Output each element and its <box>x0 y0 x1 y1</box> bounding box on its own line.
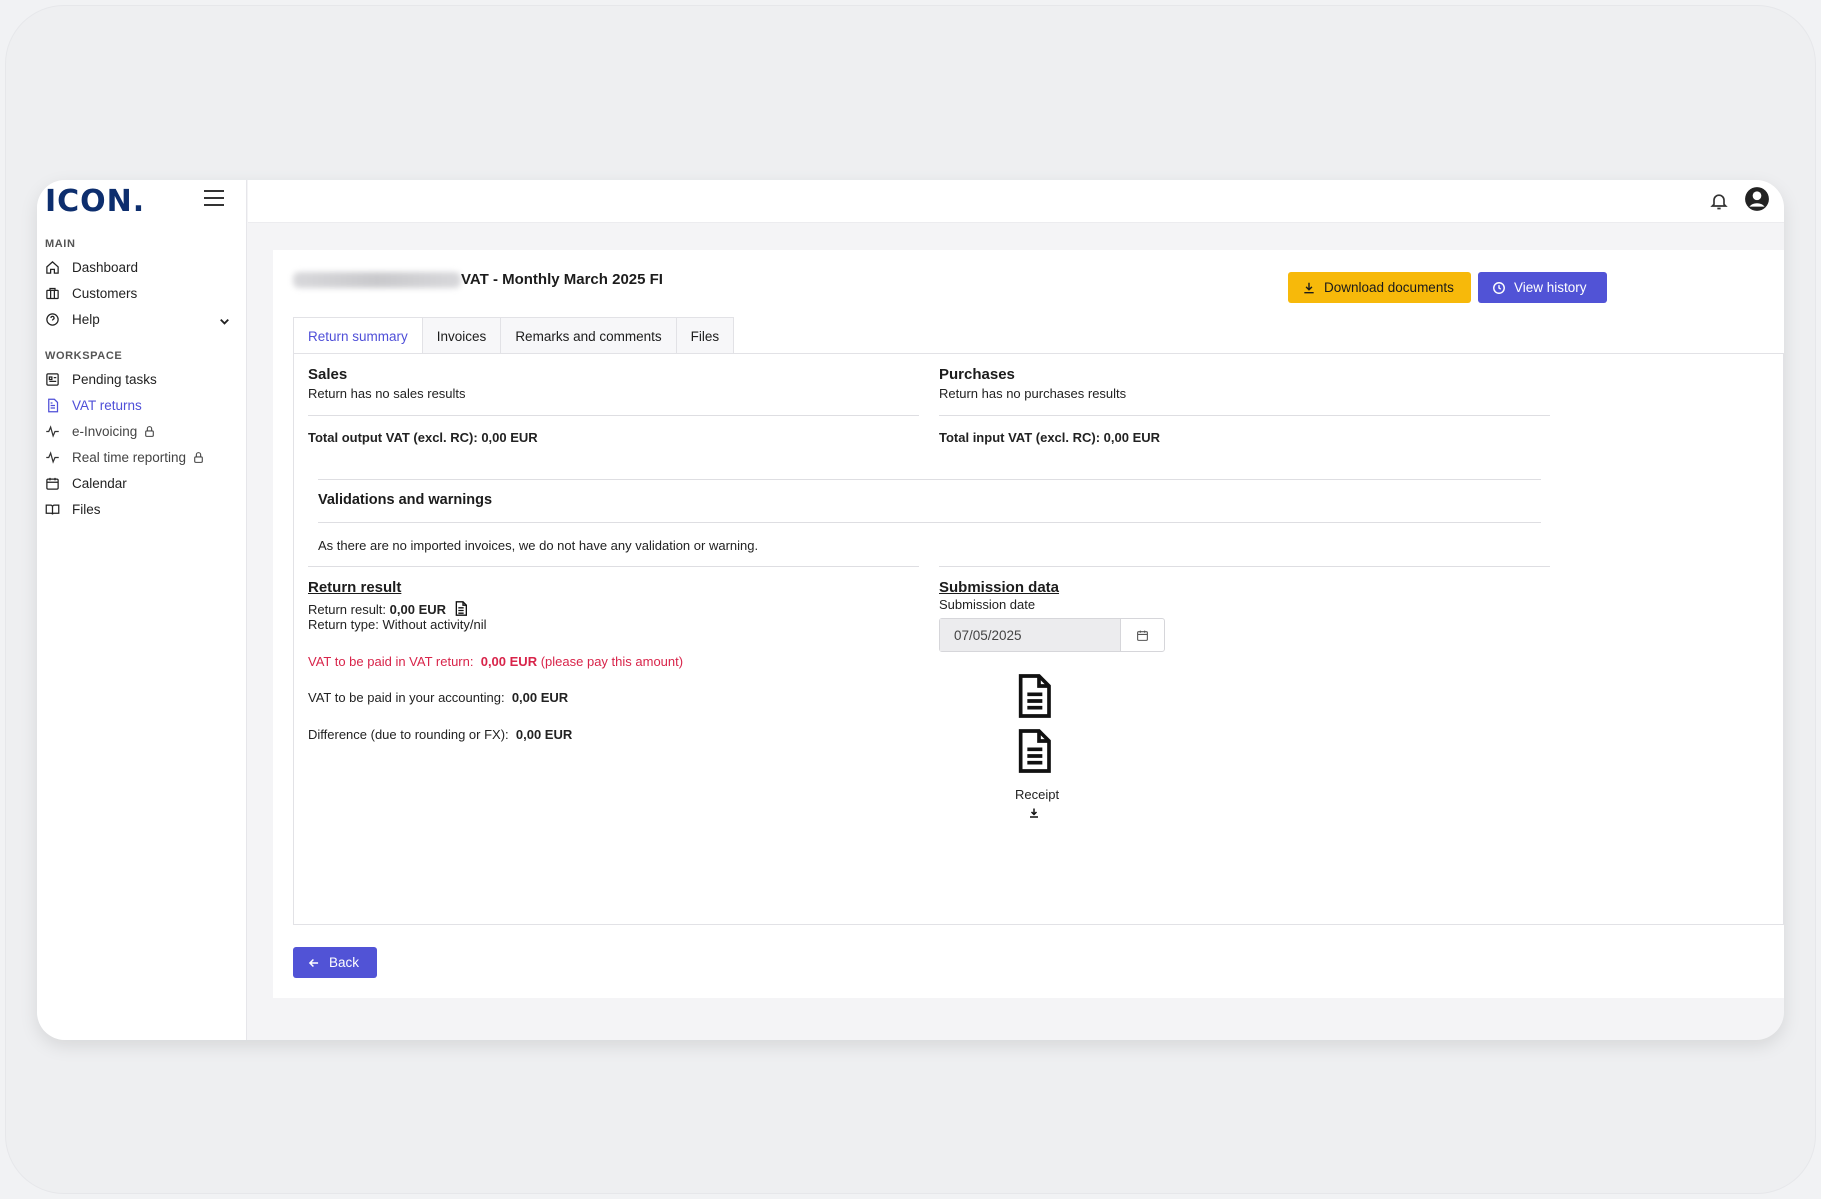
briefcase-icon <box>46 287 59 299</box>
validations-title: Validations and warnings <box>318 492 493 508</box>
sidebar-item-customers[interactable]: Customers <box>45 281 137 305</box>
return-result-value: 0,00 EUR <box>389 602 447 617</box>
difference-line: Difference (due to rounding or FX): 0,00… <box>308 727 572 742</box>
difference-label: Difference (due to rounding or FX): <box>308 727 509 742</box>
calendar-icon <box>1137 630 1148 641</box>
submission-data-title: Submission data <box>939 579 1060 596</box>
home-icon <box>46 260 59 274</box>
tasks-icon <box>46 372 59 386</box>
sidebar-item-label: VAT returns <box>72 397 142 413</box>
file-document-icon[interactable] <box>1014 672 1054 720</box>
top-bar <box>248 180 1784 223</box>
divider <box>939 566 1550 567</box>
bell-icon[interactable] <box>1709 190 1729 212</box>
sidebar-item-label: Dashboard <box>72 259 139 275</box>
sidebar-item-help[interactable]: Help <box>45 307 235 331</box>
chevron-down-icon[interactable] <box>217 314 232 329</box>
return-type-value: Without activity/nil <box>382 617 487 632</box>
download-icon[interactable] <box>1028 807 1040 819</box>
receipt-label: Receipt <box>1015 787 1060 802</box>
sidebar-item-label: e-Invoicing <box>72 423 138 439</box>
return-result-title: Return result <box>308 579 402 596</box>
menu-toggle-icon[interactable] <box>204 190 224 208</box>
arrow-left-icon <box>308 958 319 967</box>
difference-value: 0,00 EUR <box>515 727 573 742</box>
sales-title: Sales <box>308 366 348 383</box>
accounting-vat-value: 0,00 EUR <box>511 690 569 705</box>
document-icon <box>48 398 59 412</box>
lock-icon <box>194 451 203 463</box>
date-picker-button[interactable] <box>1120 619 1164 651</box>
page-title: VAT - Monthly March 2025 FI <box>461 271 663 288</box>
purchases-total: Total input VAT (excl. RC): 0,00 EUR <box>939 430 1161 445</box>
sidebar-item-dashboard[interactable]: Dashboard <box>45 255 138 279</box>
document-icon[interactable] <box>453 599 469 618</box>
sidebar-item-vat-returns[interactable]: VAT returns <box>45 393 142 417</box>
vat-to-be-paid-note: (please pay this amount) <box>540 654 684 669</box>
sidebar-item-label: Customers <box>72 285 138 301</box>
back-button[interactable]: Back <box>293 947 377 978</box>
view-history-button[interactable]: View history <box>1478 272 1607 303</box>
return-type-label: Return type: <box>308 617 379 632</box>
return-result-line: Return result: 0,00 EUR <box>308 599 469 618</box>
divider <box>308 415 919 416</box>
user-avatar-icon[interactable] <box>1744 186 1770 212</box>
accounting-vat-label: VAT to be paid in your accounting: <box>308 690 505 705</box>
purchases-title: Purchases <box>939 366 1015 383</box>
tab-files[interactable]: Files <box>675 317 735 354</box>
submission-date-input[interactable] <box>940 619 1120 651</box>
activity-icon <box>46 424 59 438</box>
back-label: Back <box>329 955 360 970</box>
sales-empty-text: Return has no sales results <box>308 386 466 401</box>
return-summary-panel: Sales Return has no sales results Total … <box>293 353 1784 925</box>
purchases-empty-text: Return has no purchases results <box>939 386 1127 401</box>
return-result-label: Return result: <box>308 602 387 617</box>
download-documents-label: Download documents <box>1324 280 1454 295</box>
tab-remarks-and-comments[interactable]: Remarks and comments <box>500 317 677 354</box>
receipt-document-icon[interactable] <box>1014 727 1054 775</box>
sidebar-item-label: Real time reporting <box>72 449 187 465</box>
app-window: ICON. MAIN Dashboard Customers Help WORK… <box>37 180 1784 1040</box>
submission-date-field[interactable] <box>939 618 1165 652</box>
help-circle-icon <box>46 312 59 326</box>
submission-date-label: Submission date <box>939 597 1036 612</box>
divider <box>939 415 1550 416</box>
vat-to-be-paid-line: VAT to be paid in VAT return: 0,00 EUR (… <box>308 654 683 669</box>
vat-return-card: VAT - Monthly March 2025 FI Download doc… <box>273 250 1784 998</box>
accounting-vat-line: VAT to be paid in your accounting: 0,00 … <box>308 690 568 705</box>
tab-invoices[interactable]: Invoices <box>421 317 502 354</box>
validations-message: As there are no imported invoices, we do… <box>318 538 759 553</box>
app-logo: ICON. <box>45 184 146 219</box>
sidebar-item-files[interactable]: Files <box>45 497 101 521</box>
sidebar-item-label: Pending tasks <box>72 371 157 387</box>
sidebar-item-e-invoicing[interactable]: e-Invoicing <box>45 419 156 443</box>
download-documents-button[interactable]: Download documents <box>1288 272 1471 303</box>
vat-to-be-paid-label: VAT to be paid in VAT return: <box>308 654 474 669</box>
sidebar-item-label: Help <box>72 311 100 327</box>
vat-to-be-paid-value: 0,00 EUR <box>480 654 538 669</box>
sidebar-item-calendar[interactable]: Calendar <box>45 471 127 495</box>
divider <box>308 566 919 567</box>
activity-icon <box>46 450 59 464</box>
sidebar-item-label: Files <box>72 501 101 517</box>
book-icon <box>45 504 60 515</box>
divider <box>318 522 1541 523</box>
sidebar-item-real-time-reporting[interactable]: Real time reporting <box>45 445 205 469</box>
sales-total: Total output VAT (excl. RC): 0,00 EUR <box>308 430 538 445</box>
sidebar-item-pending-tasks[interactable]: Pending tasks <box>45 367 157 391</box>
history-icon <box>1493 281 1505 294</box>
return-type-line: Return type: Without activity/nil <box>308 617 487 632</box>
tab-bar: Return summary Invoices Remarks and comm… <box>293 317 735 354</box>
sidebar-item-label: Calendar <box>72 475 127 491</box>
calendar-icon <box>46 477 59 490</box>
divider <box>318 479 1541 480</box>
lock-icon <box>145 425 155 437</box>
main-section-label: MAIN <box>45 238 76 250</box>
workspace-section-label: WORKSPACE <box>45 350 123 362</box>
download-icon <box>1304 282 1314 293</box>
view-history-label: View history <box>1514 280 1587 295</box>
redacted-company-name <box>293 272 461 288</box>
sidebar: ICON. MAIN Dashboard Customers Help WORK… <box>37 180 247 1040</box>
tab-return-summary[interactable]: Return summary <box>293 317 423 354</box>
